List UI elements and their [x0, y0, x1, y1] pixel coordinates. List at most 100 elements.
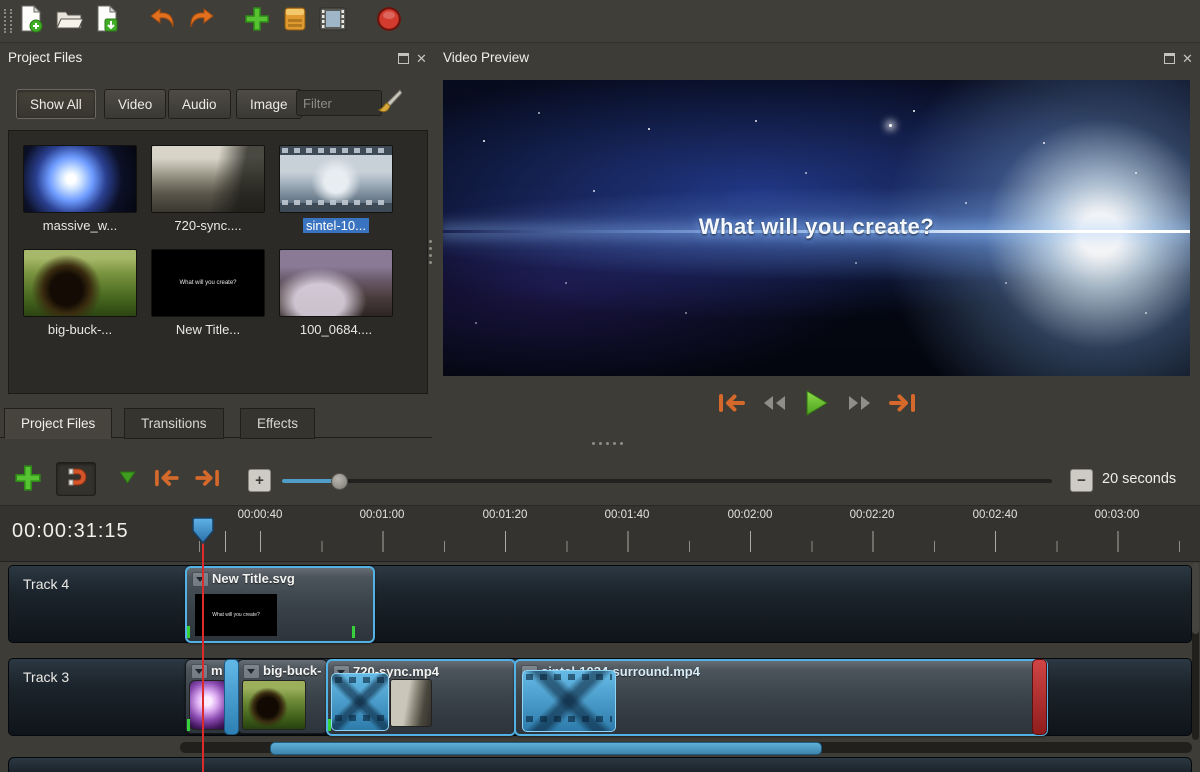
file-label: 720-sync....	[174, 218, 242, 233]
close-panel-icon[interactable]: ✕	[1182, 52, 1193, 65]
save-project-button[interactable]	[88, 4, 126, 38]
zoom-level-label: 20 seconds	[1102, 471, 1177, 487]
current-time-display: 00:00:31:15	[12, 520, 129, 542]
bright-star-decoration	[889, 124, 892, 127]
playhead-marker[interactable]	[191, 516, 215, 551]
detach-panel-icon[interactable]	[398, 53, 409, 64]
main-toolbar	[0, 0, 1200, 43]
new-project-button[interactable]	[12, 4, 50, 38]
timeline-vscrollbar-thumb[interactable]	[1192, 562, 1199, 634]
clip-new-title[interactable]: New Title.svg What will you create?	[185, 566, 375, 643]
redo-button[interactable]	[182, 4, 220, 38]
clip-big-buck[interactable]: big-buck-	[237, 659, 328, 734]
clip-menu-chevron-icon[interactable]	[191, 664, 208, 679]
filter-image-button[interactable]: Image	[236, 89, 302, 119]
import-files-button[interactable]	[276, 4, 314, 38]
clip-720-sync[interactable]: 720-sync.mp4	[326, 659, 516, 736]
clip-trim-handle[interactable]	[224, 659, 239, 735]
video-preview-display[interactable]: What will you create?	[443, 80, 1190, 376]
tab-transitions[interactable]: Transitions	[124, 408, 224, 439]
choose-profile-button[interactable]	[314, 4, 352, 38]
toolbar-drag-handle[interactable]	[4, 9, 12, 33]
clip-sintel[interactable]: sintel-1024-surround.mp4	[514, 659, 1048, 736]
filter-input[interactable]	[296, 90, 382, 116]
add-track-icon	[244, 6, 270, 37]
project-files-panel-title: Project Files	[8, 50, 83, 65]
file-item[interactable]: What will you create? New Title...	[149, 249, 267, 338]
file-thumbnail: What will you create?	[151, 249, 265, 317]
track-name: Track 3	[23, 669, 70, 685]
export-video-icon	[376, 6, 402, 37]
openshot-window: Project Files ✕ Video Preview ✕ Show All…	[0, 0, 1200, 772]
snapping-toggle-button[interactable]	[56, 462, 96, 496]
clip-menu-chevron-icon[interactable]	[243, 664, 260, 679]
filter-video-button[interactable]: Video	[104, 89, 167, 119]
ruler-mark: 00:01:40	[604, 509, 650, 521]
save-project-icon	[95, 4, 119, 38]
timeline-splitter-handle[interactable]	[592, 442, 595, 445]
tab-effects[interactable]: Effects	[240, 408, 316, 439]
previous-marker-button[interactable]	[152, 468, 180, 493]
zoom-in-button[interactable]: +	[248, 469, 271, 492]
jump-to-end-button[interactable]	[888, 392, 918, 414]
clear-filter-brush-icon[interactable]	[376, 88, 403, 121]
playhead-line[interactable]	[202, 540, 204, 772]
export-video-button[interactable]	[370, 4, 408, 38]
ruler-mark: 00:02:40	[972, 509, 1018, 521]
filter-audio-button[interactable]: Audio	[168, 89, 231, 119]
detach-panel-icon[interactable]	[1164, 53, 1175, 64]
keyframe-mark	[187, 719, 190, 731]
clip-trim-handle-red[interactable]	[1032, 659, 1047, 735]
clip-label: New Title.svg	[212, 571, 295, 586]
file-thumbnail	[279, 249, 393, 317]
project-files-list: massive_w... 720-sync.... sintel-10... b…	[8, 130, 428, 394]
timeline-hscrollbar-thumb[interactable]	[270, 742, 822, 755]
jump-to-start-button[interactable]	[716, 392, 746, 414]
tab-project-files[interactable]: Project Files	[4, 408, 113, 439]
file-label: 100_0684....	[299, 322, 373, 337]
zoom-slider-fill	[282, 479, 338, 483]
track-row-partial[interactable]	[8, 757, 1192, 772]
close-panel-icon[interactable]: ✕	[416, 52, 427, 65]
panel-splitter-handle[interactable]	[429, 240, 432, 243]
undo-button[interactable]	[144, 4, 182, 38]
keyframe-mark	[328, 719, 331, 731]
rewind-button[interactable]	[761, 394, 789, 412]
file-item[interactable]: 100_0684....	[277, 249, 395, 338]
ruler-mark: 00:02:20	[849, 509, 895, 521]
file-item[interactable]: massive_w...	[21, 145, 139, 234]
ruler-mark: 00:01:00	[359, 509, 405, 521]
file-label: massive_w...	[42, 218, 118, 233]
zoom-out-button[interactable]: −	[1070, 469, 1093, 492]
file-thumbnail	[279, 145, 393, 213]
file-item[interactable]: big-buck-...	[21, 249, 139, 338]
file-thumbnail	[23, 249, 137, 317]
clip-thumbnail	[390, 679, 432, 727]
file-label: big-buck-...	[47, 322, 113, 337]
choose-profile-icon	[319, 7, 347, 36]
clip-menu-chevron-icon[interactable]	[192, 572, 209, 587]
magnet-icon	[65, 466, 87, 493]
zoom-slider[interactable]	[282, 479, 1052, 483]
fast-forward-button[interactable]	[845, 394, 873, 412]
keyframe-mark	[352, 626, 355, 638]
open-project-button[interactable]	[50, 4, 88, 38]
play-button[interactable]	[804, 389, 830, 417]
clip-thumbnail	[331, 673, 389, 731]
undo-icon	[149, 7, 177, 36]
timeline-add-track-button[interactable]	[14, 464, 42, 497]
add-track-button[interactable]	[238, 4, 276, 38]
file-label: sintel-10...	[277, 218, 395, 234]
add-marker-button[interactable]	[118, 470, 137, 490]
new-project-icon	[19, 4, 43, 38]
playback-controls	[443, 386, 1190, 420]
filter-show-all-button[interactable]: Show All	[16, 89, 96, 119]
next-marker-button[interactable]	[194, 468, 222, 493]
ruler-mark: 00:02:00	[727, 509, 773, 521]
zoom-slider-knob[interactable]	[331, 473, 348, 490]
video-preview-panel-title: Video Preview	[443, 50, 530, 65]
file-thumbnail	[23, 145, 137, 213]
file-item[interactable]: 720-sync....	[149, 145, 267, 234]
file-item-selected[interactable]: sintel-10...	[277, 145, 395, 234]
redo-icon	[187, 7, 215, 36]
